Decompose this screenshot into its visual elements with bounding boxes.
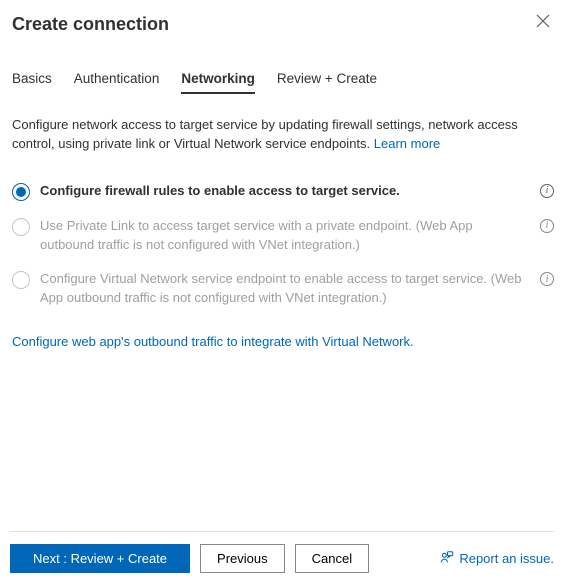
networking-options: Configure firewall rules to enable acces… [10,182,554,324]
option-private-link: Use Private Link to access target servic… [12,217,554,255]
description-text: Configure network access to target servi… [12,117,518,151]
radio-icon [12,218,30,236]
option-label: Use Private Link to access target servic… [40,217,530,255]
tab-basics[interactable]: Basics [12,71,52,94]
close-button[interactable] [532,14,554,28]
radio-icon [12,271,30,289]
info-icon[interactable]: i [540,184,554,198]
tab-networking[interactable]: Networking [181,71,255,94]
option-vnet-endpoint: Configure Virtual Network service endpoi… [12,270,554,308]
panel-title: Create connection [12,14,169,35]
option-label: Configure Virtual Network service endpoi… [40,270,530,308]
report-issue-link[interactable]: Report an issue. [440,550,554,567]
next-review-create-button[interactable]: Next : Review + Create [10,544,190,573]
tab-review-create[interactable]: Review + Create [277,71,377,94]
info-icon[interactable]: i [540,219,554,233]
report-issue-label: Report an issue. [459,551,554,566]
previous-button[interactable]: Previous [200,544,285,573]
info-icon[interactable]: i [540,272,554,286]
tab-strip: Basics Authentication Networking Review … [10,71,554,94]
footer-bar: Next : Review + Create Previous Cancel R… [10,531,554,585]
tab-authentication[interactable]: Authentication [74,71,160,94]
person-feedback-icon [440,550,454,567]
description-block: Configure network access to target servi… [10,116,554,154]
option-label: Configure firewall rules to enable acces… [40,182,530,201]
close-icon [536,14,550,28]
configure-outbound-link[interactable]: Configure web app's outbound traffic to … [12,334,414,349]
radio-icon [12,183,30,201]
cancel-button[interactable]: Cancel [295,544,369,573]
option-firewall[interactable]: Configure firewall rules to enable acces… [12,182,554,201]
learn-more-link[interactable]: Learn more [374,136,440,151]
